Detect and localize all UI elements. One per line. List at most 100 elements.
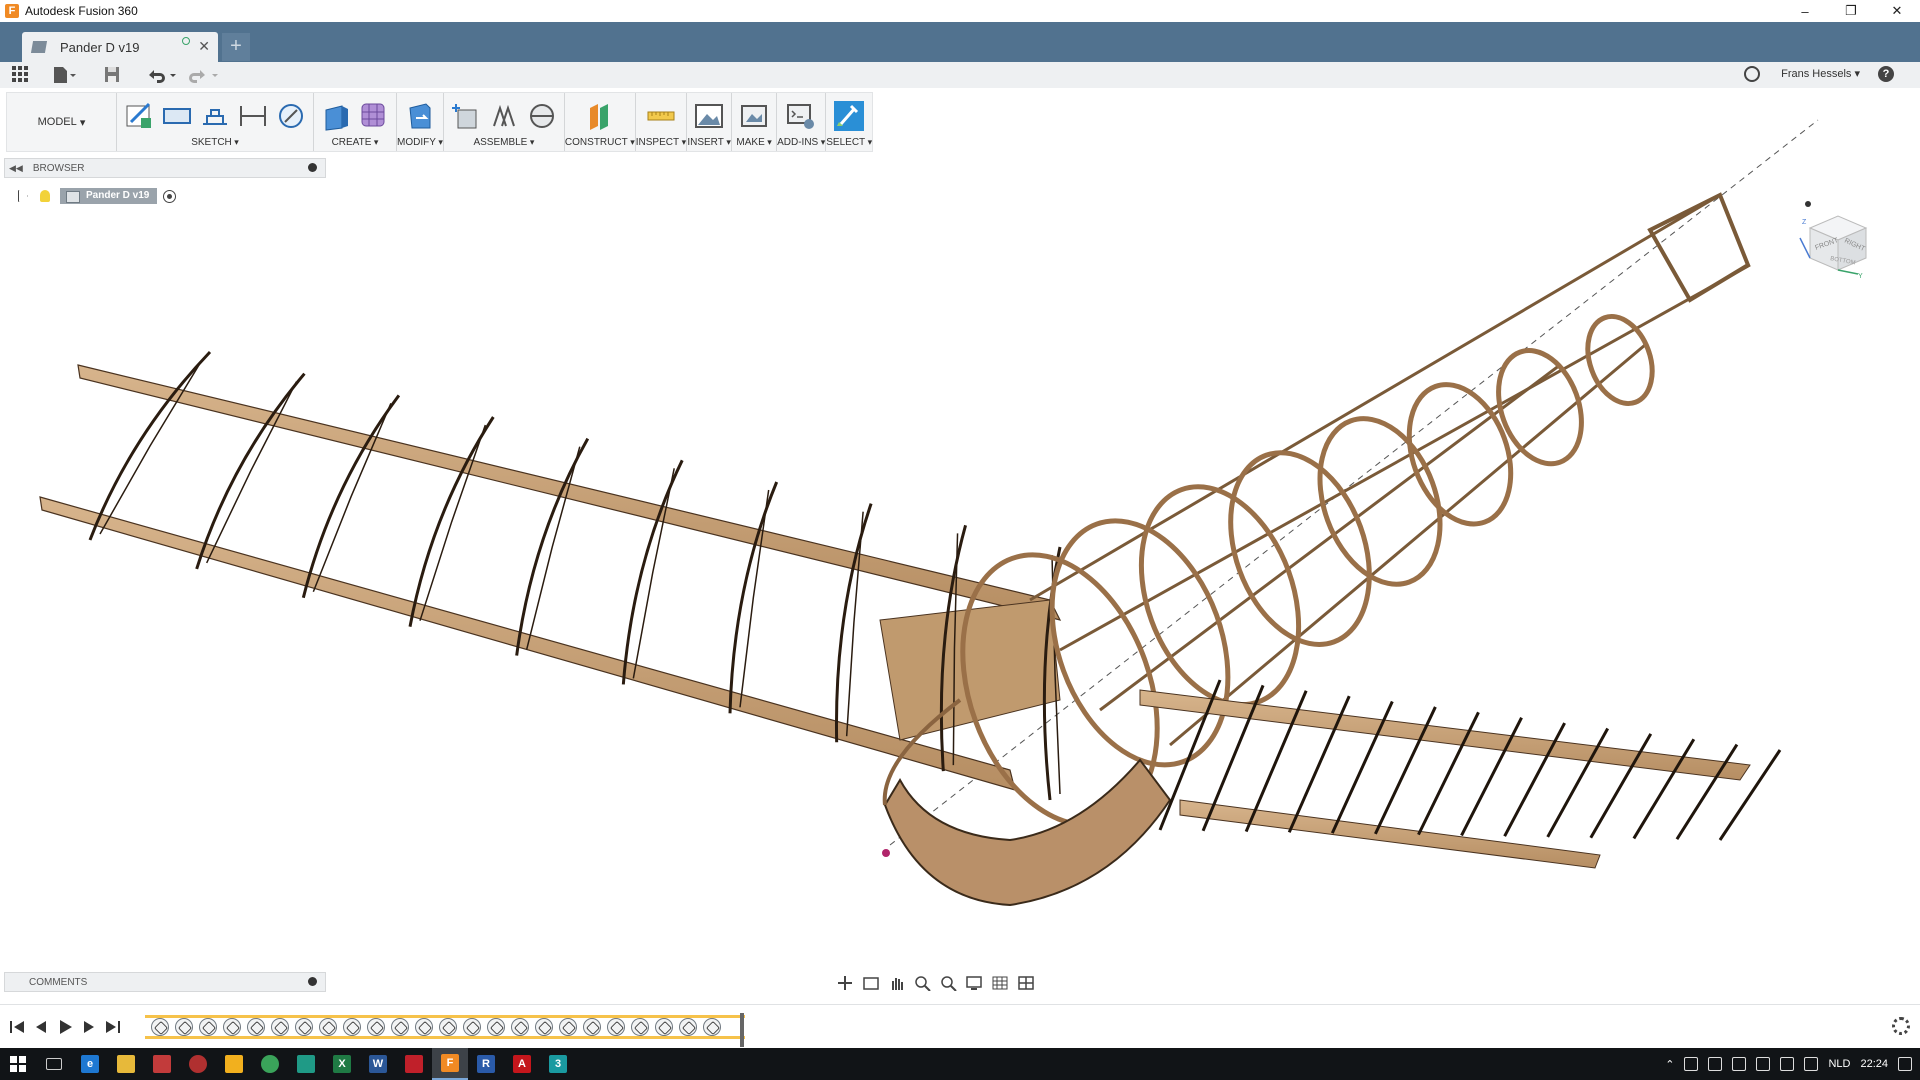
timeline-step-back-icon[interactable] — [32, 1018, 50, 1036]
file-menu-icon[interactable] — [52, 66, 76, 84]
taskbar-excel[interactable]: X — [324, 1048, 360, 1080]
taskbar-acrobat[interactable]: A — [504, 1048, 540, 1080]
timeline-step-forward-icon[interactable] — [80, 1018, 98, 1036]
tray-app-icon[interactable] — [1684, 1057, 1699, 1071]
taskbar-edge[interactable]: e — [72, 1048, 108, 1080]
restore-button[interactable]: ❐ — [1828, 0, 1874, 22]
insert-menu[interactable]: INSERT — [687, 135, 731, 151]
timeline-feature-icon[interactable] — [343, 1018, 361, 1036]
document-tab[interactable]: Pander D v19 ✕ — [22, 32, 218, 62]
timeline-feature-icon[interactable] — [247, 1018, 265, 1036]
timeline-settings-gear-icon[interactable] — [1892, 1017, 1910, 1035]
orbit-icon[interactable] — [836, 975, 854, 991]
start-button[interactable] — [0, 1048, 36, 1080]
extrude-icon[interactable] — [320, 100, 352, 132]
zoom-window-icon[interactable] — [940, 975, 958, 991]
taskbar-app-5[interactable] — [396, 1048, 432, 1080]
timeline-feature-icon[interactable] — [439, 1018, 457, 1036]
viewports-icon[interactable] — [1018, 975, 1036, 991]
network-icon[interactable] — [1780, 1057, 1795, 1071]
scripts-addins-icon[interactable] — [785, 100, 817, 132]
timeline-feature-icon[interactable] — [223, 1018, 241, 1036]
timeline-feature-icon[interactable] — [319, 1018, 337, 1036]
timeline-end-icon[interactable] — [104, 1018, 122, 1036]
task-view-button[interactable] — [36, 1048, 72, 1080]
display-settings-icon[interactable] — [966, 975, 984, 991]
visibility-bulb-icon[interactable] — [40, 190, 50, 202]
timeline-feature-icon[interactable] — [583, 1018, 601, 1036]
timeline-feature-icon[interactable] — [535, 1018, 553, 1036]
timeline-feature-icon[interactable] — [631, 1018, 649, 1036]
collapse-browser-icon[interactable]: ◀◀ — [9, 163, 23, 174]
taskbar-app-3[interactable] — [216, 1048, 252, 1080]
select-menu[interactable]: SELECT — [826, 135, 872, 151]
zoom-icon[interactable] — [914, 975, 932, 991]
taskbar-fusion[interactable]: F — [432, 1048, 468, 1080]
taskbar-app-2[interactable] — [180, 1048, 216, 1080]
form-icon[interactable] — [358, 100, 390, 132]
redo-icon[interactable] — [188, 67, 220, 83]
look-at-icon[interactable] — [862, 975, 880, 991]
close-tab-icon[interactable]: ✕ — [198, 38, 210, 55]
timeline-feature-icon[interactable] — [151, 1018, 169, 1036]
language-indicator[interactable]: NLD — [1828, 1058, 1850, 1070]
fuselage-truss[interactable] — [1029, 192, 1751, 747]
modify-menu[interactable]: MODIFY — [397, 135, 443, 151]
3d-viewport[interactable]: FRONT RIGHT BOTTOM Z Y — [0, 88, 1920, 1000]
timeline-feature-icon[interactable] — [391, 1018, 409, 1036]
assemble-menu[interactable]: ASSEMBLE — [473, 135, 534, 151]
timeline-feature-icon[interactable] — [511, 1018, 529, 1036]
dimension-icon[interactable] — [237, 100, 269, 132]
browser-pin-icon[interactable] — [308, 163, 317, 172]
data-panel-grid-icon[interactable] — [12, 66, 28, 82]
save-icon[interactable] — [104, 66, 120, 84]
timeline-play-icon[interactable] — [56, 1018, 74, 1036]
rectangle-icon[interactable] — [161, 100, 193, 132]
taskbar-chrome[interactable] — [252, 1048, 288, 1080]
timeline-feature-icon[interactable] — [271, 1018, 289, 1036]
airplane-model[interactable] — [0, 88, 1920, 1000]
timeline-start-icon[interactable] — [8, 1018, 26, 1036]
job-status-clock-icon[interactable] — [1744, 66, 1760, 82]
timeline-feature-icon[interactable] — [415, 1018, 433, 1036]
taskbar-app-4[interactable] — [288, 1048, 324, 1080]
main-wing[interactable] — [39, 364, 1062, 791]
clock[interactable]: 22:24 — [1860, 1058, 1888, 1070]
create-sketch-icon[interactable] — [123, 100, 155, 132]
timeline-feature-icon[interactable] — [607, 1018, 625, 1036]
timeline-feature-icon[interactable] — [487, 1018, 505, 1036]
taskbar-word[interactable]: W — [360, 1048, 396, 1080]
minimize-button[interactable]: – — [1782, 0, 1828, 22]
taskbar-app-1[interactable] — [144, 1048, 180, 1080]
close-button[interactable]: ✕ — [1874, 0, 1920, 22]
taskbar-app-6[interactable]: R — [468, 1048, 504, 1080]
browser-root-node[interactable]: Pander D v19 — [18, 186, 177, 206]
timeline-feature-icon[interactable] — [559, 1018, 577, 1036]
grid-settings-icon[interactable] — [992, 975, 1010, 991]
new-tab-button[interactable]: + — [222, 33, 250, 61]
taskbar-app-7[interactable]: 3 — [540, 1048, 576, 1080]
origin-point[interactable] — [882, 849, 890, 857]
help-icon[interactable]: ? — [1878, 66, 1894, 82]
make-menu[interactable]: MAKE — [736, 135, 771, 151]
timeline-feature-icon[interactable] — [703, 1018, 721, 1036]
expand-arrow-icon[interactable] — [18, 190, 28, 202]
offset-plane-icon[interactable] — [584, 100, 616, 132]
view-cube-home-icon[interactable] — [1805, 201, 1811, 207]
3d-print-icon[interactable] — [738, 100, 770, 132]
select-tool-icon[interactable] — [833, 100, 865, 132]
pan-hand-icon[interactable] — [888, 975, 906, 991]
notifications-icon[interactable] — [1898, 1057, 1912, 1071]
joint-icon[interactable] — [488, 100, 520, 132]
timeline-feature-icon[interactable] — [295, 1018, 313, 1036]
activate-component-icon[interactable] — [163, 189, 177, 203]
volume-icon[interactable] — [1804, 1057, 1819, 1071]
press-pull-icon[interactable] — [404, 100, 436, 132]
construct-menu[interactable]: CONSTRUCT — [565, 135, 635, 151]
sketch-menu[interactable]: SKETCH — [191, 135, 239, 151]
tray-app-icon[interactable] — [1708, 1057, 1723, 1071]
new-component-icon[interactable] — [450, 100, 482, 132]
tray-app-icon[interactable] — [1756, 1057, 1771, 1071]
workspace-switcher[interactable]: MODEL ▾ — [7, 93, 117, 151]
taskbar-explorer[interactable] — [108, 1048, 144, 1080]
